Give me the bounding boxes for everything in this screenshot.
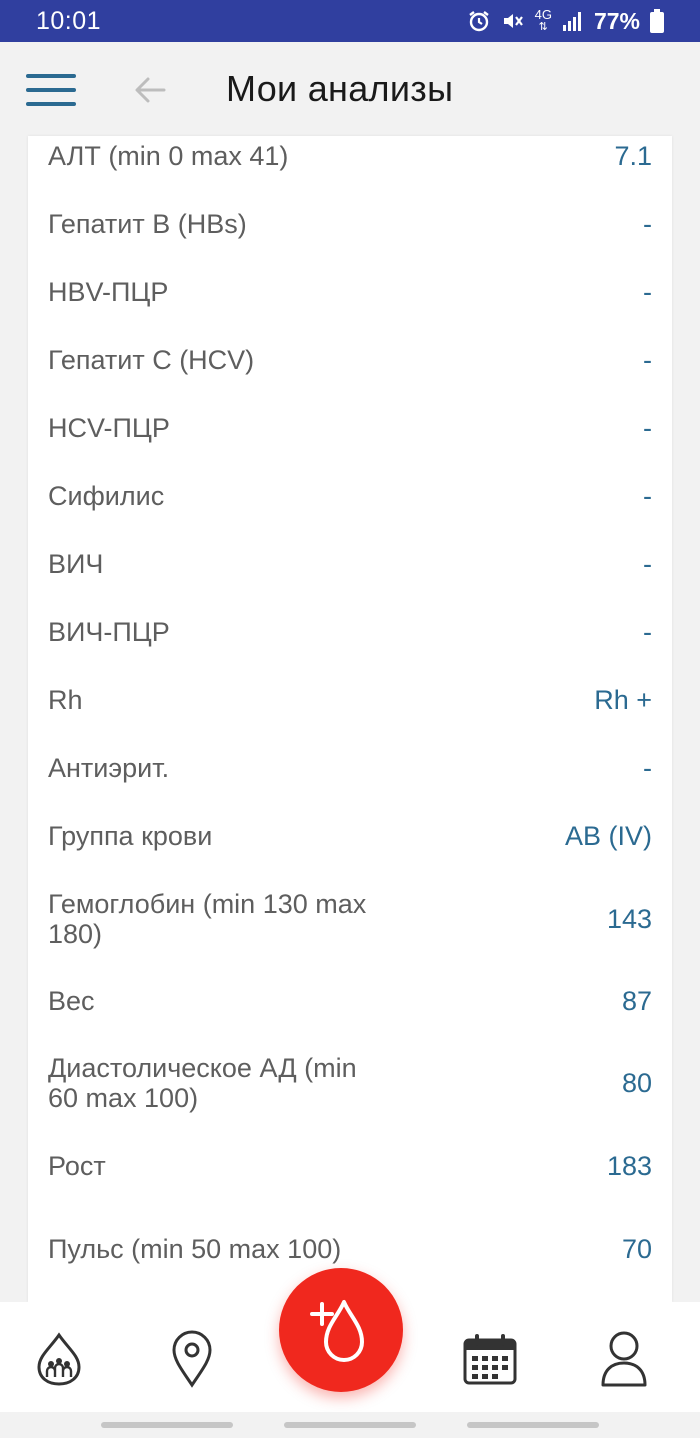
- result-row-syphilis: Сифилис -: [48, 476, 652, 516]
- result-row-hemoglobin: Гемоглобин (min 130 max 180) 143: [48, 888, 652, 950]
- result-value: -: [643, 344, 652, 375]
- battery-icon: [650, 9, 664, 33]
- result-label: Группа крови: [48, 821, 213, 851]
- result-row-hcv: Гепатит C (HCV) -: [48, 340, 652, 380]
- result-label: ВИЧ: [48, 549, 104, 579]
- result-value: Rh +: [594, 684, 652, 715]
- result-value: 143: [606, 903, 652, 934]
- result-value: 80: [621, 1067, 652, 1098]
- result-row-height: Рост 183: [48, 1146, 652, 1186]
- result-row-blood-group: Группа крови AB (IV): [48, 816, 652, 856]
- nav-map-button[interactable]: [170, 1330, 214, 1388]
- result-label: Гепатит C (HCV): [48, 345, 255, 375]
- result-label: HBV-ПЦР: [48, 277, 169, 307]
- result-row-hbv-pcr: HBV-ПЦР -: [48, 272, 652, 312]
- result-row-hiv: ВИЧ -: [48, 544, 652, 584]
- result-value: -: [643, 548, 652, 579]
- add-donation-icon: [310, 1300, 364, 1362]
- hamburger-menu-icon: [26, 74, 76, 106]
- result-value: -: [643, 752, 652, 783]
- gesture-pill-left[interactable]: [101, 1422, 233, 1428]
- result-value: -: [643, 208, 652, 239]
- signal-icon: [562, 12, 581, 31]
- result-value: 70: [621, 1233, 652, 1264]
- nav-donors-button[interactable]: [34, 1332, 84, 1386]
- result-row-alt: АЛТ (min 0 max 41) 7.1: [48, 136, 652, 176]
- result-label: Рост: [48, 1151, 106, 1181]
- result-value: -: [643, 616, 652, 647]
- gesture-pill-right[interactable]: [467, 1422, 599, 1428]
- add-donation-button[interactable]: [279, 1268, 403, 1392]
- result-value: -: [643, 412, 652, 443]
- donor-community-icon: [37, 1332, 81, 1386]
- battery-percent: 77%: [593, 7, 640, 34]
- menu-button[interactable]: [26, 72, 76, 108]
- result-label: АЛТ (min 0 max 41): [48, 141, 289, 171]
- result-row-weight: Вес 87: [48, 981, 652, 1021]
- result-label: ВИЧ-ПЦР: [48, 617, 170, 647]
- result-row-rh: Rh Rh +: [48, 680, 652, 720]
- result-value: -: [643, 480, 652, 511]
- result-label: Антиэрит.: [48, 753, 170, 783]
- result-label: Гемоглобин (min 130 max 180): [48, 889, 367, 949]
- result-label: Вес: [48, 986, 95, 1016]
- result-value: 7.1: [614, 140, 652, 171]
- result-label: Сифилис: [48, 481, 165, 511]
- back-button[interactable]: [132, 72, 168, 108]
- result-label: Rh: [48, 685, 83, 715]
- nav-calendar-button[interactable]: [462, 1332, 518, 1386]
- map-pin-icon: [172, 1330, 212, 1388]
- app-header: Мои анализы: [0, 42, 700, 136]
- result-label: Диастолическое АД (min 60 max 100): [48, 1053, 357, 1113]
- back-arrow-icon: [135, 77, 166, 103]
- gesture-pill-home[interactable]: [284, 1422, 416, 1428]
- result-row-antierythrocyte: Антиэрит. -: [48, 748, 652, 788]
- status-time: 10:01: [36, 6, 102, 35]
- result-row-hbs: Гепатит B (HBs) -: [48, 204, 652, 244]
- result-label: HCV-ПЦР: [48, 413, 170, 443]
- status-icons: 4G ⇅ 77%: [467, 8, 664, 35]
- profile-icon: [601, 1331, 647, 1387]
- mute-vibrate-icon: [503, 14, 523, 28]
- network-type-label: 4G: [534, 7, 552, 22]
- result-row-hcv-pcr: HCV-ПЦР -: [48, 408, 652, 448]
- gesture-bar: [0, 1412, 700, 1438]
- result-row-hiv-pcr: ВИЧ-ПЦР -: [48, 612, 652, 652]
- results-list[interactable]: АЛТ (min 0 max 41) 7.1 Гепатит B (HBs) -…: [28, 136, 672, 1302]
- network-type-icon: 4G ⇅: [535, 8, 552, 34]
- page-title: Мои анализы: [226, 68, 454, 109]
- result-value: AB (IV): [564, 820, 652, 851]
- result-value: -: [643, 276, 652, 307]
- nav-profile-button[interactable]: [600, 1330, 648, 1388]
- status-bar: 10:01 4G ⇅ 77%: [0, 0, 700, 42]
- calendar-icon: [463, 1334, 517, 1385]
- alarm-icon: [468, 11, 489, 32]
- result-label: Гепатит B (HBs): [48, 209, 247, 239]
- result-label: Пульс (min 50 max 100): [48, 1234, 342, 1264]
- data-arrows: ⇅: [538, 21, 548, 33]
- result-row-diastolic-bp: Диастолическое АД (min 60 max 100) 80: [48, 1052, 652, 1114]
- result-value: 183: [606, 1150, 652, 1181]
- result-value: 87: [621, 985, 652, 1016]
